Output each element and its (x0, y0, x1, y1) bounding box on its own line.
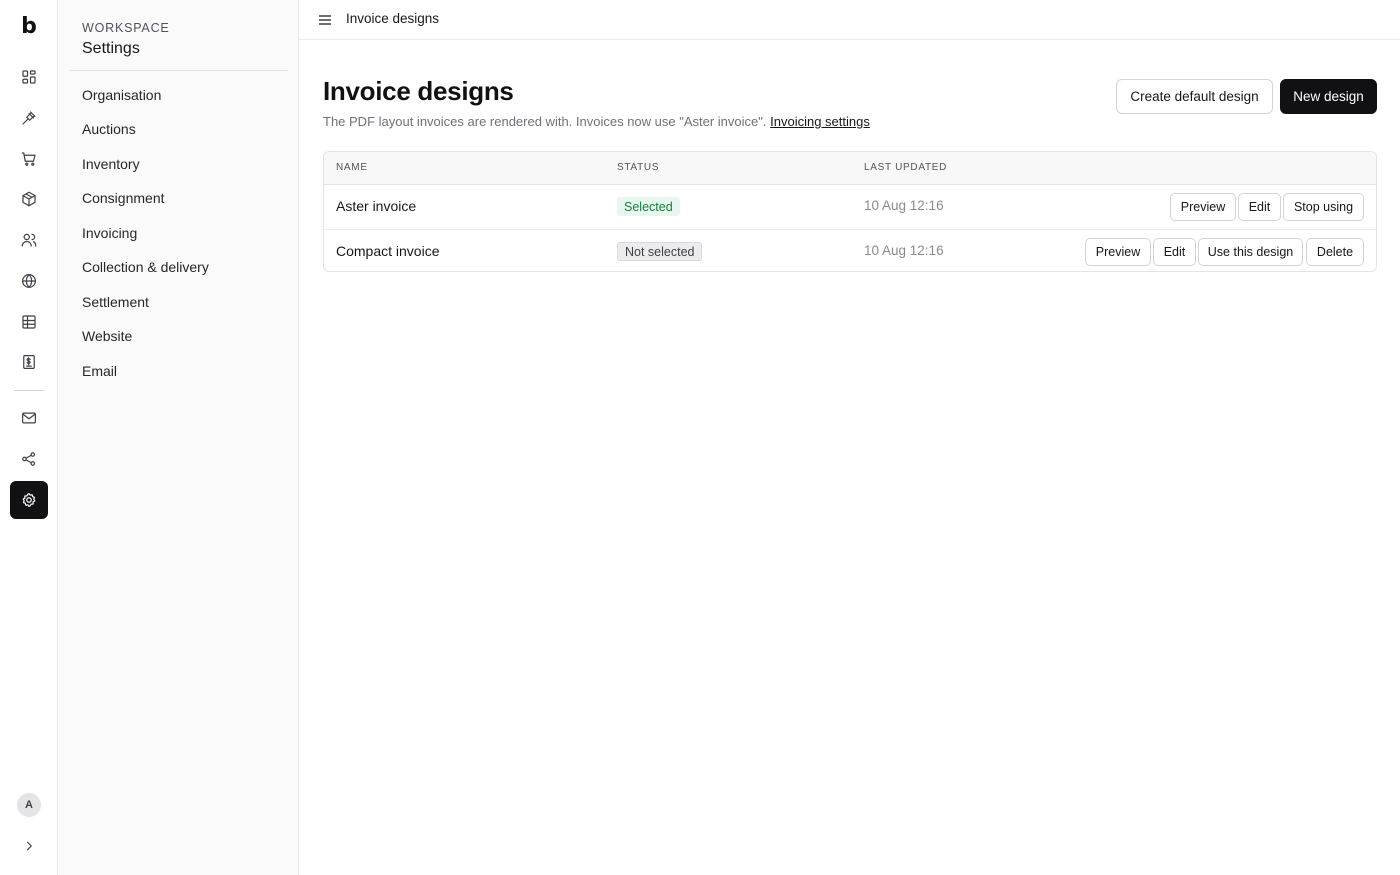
column-header-name: NAME (336, 162, 368, 173)
edit-button[interactable]: Edit (1238, 193, 1281, 221)
sidebar-item-consignment[interactable]: Consignment (82, 190, 165, 206)
create-default-design-button[interactable]: Create default design (1116, 79, 1273, 114)
invoicing-settings-link[interactable]: Invoicing settings (770, 114, 870, 129)
sidebar-item-collection-delivery[interactable]: Collection & delivery (82, 259, 209, 275)
dashboard-icon[interactable] (10, 58, 48, 96)
sidebar-item-settlement[interactable]: Settlement (82, 294, 149, 310)
subtitle-text: The PDF layout invoices are rendered wit… (323, 114, 767, 129)
table-icon[interactable] (10, 303, 48, 341)
sidebar-item-invoicing[interactable]: Invoicing (82, 225, 137, 241)
breadcrumb: Invoice designs (346, 11, 440, 26)
box-icon[interactable] (10, 180, 48, 218)
gavel-icon[interactable] (10, 99, 48, 137)
table-header: NAME STATUS LAST UPDATED (324, 152, 1376, 185)
designs-table: NAME STATUS LAST UPDATED Aster invoice S… (323, 151, 1377, 272)
design-name: Aster invoice (336, 198, 417, 214)
sidebar-item-auctions[interactable]: Auctions (82, 121, 136, 137)
settings-title: Settings (82, 40, 140, 57)
settings-sidebar: WORKSPACE Settings Organisation Auctions… (58, 0, 299, 875)
top-bar: Invoice designs (299, 0, 1400, 40)
chevron-right-icon[interactable] (10, 827, 48, 865)
status-badge: Selected (617, 197, 680, 216)
avatar[interactable]: A (17, 793, 41, 817)
page-title: Invoice designs (323, 76, 514, 106)
mail-icon[interactable] (10, 399, 48, 437)
sidebar-item-email[interactable]: Email (82, 363, 117, 379)
edit-button[interactable]: Edit (1153, 238, 1196, 266)
use-this-design-button[interactable]: Use this design (1198, 238, 1303, 266)
last-updated: 10 Aug 12:16 (864, 198, 944, 213)
stop-using-button[interactable]: Stop using (1283, 193, 1364, 221)
invoice-icon[interactable] (10, 343, 48, 381)
status-badge: Not selected (617, 242, 703, 261)
table-row: Compact invoice Not selected 10 Aug 12:1… (324, 229, 1376, 271)
users-icon[interactable] (10, 221, 48, 259)
cart-icon[interactable] (10, 140, 48, 178)
sidebar-item-website[interactable]: Website (82, 328, 132, 344)
sidebar-item-inventory[interactable]: Inventory (82, 156, 140, 172)
design-name: Compact invoice (336, 243, 440, 259)
delete-button[interactable]: Delete (1306, 238, 1364, 266)
preview-button[interactable]: Preview (1085, 238, 1151, 266)
sidebar-item-organisation[interactable]: Organisation (82, 87, 161, 103)
column-header-updated: LAST UPDATED (864, 162, 948, 173)
preview-button[interactable]: Preview (1170, 193, 1236, 221)
nav-divider (70, 70, 288, 71)
share-icon[interactable] (10, 440, 48, 478)
rail-divider (14, 390, 44, 391)
icon-rail: b A (0, 0, 58, 875)
table-row: Aster invoice Selected 10 Aug 12:16 Prev… (324, 185, 1376, 229)
new-design-button[interactable]: New design (1280, 79, 1377, 114)
app-logo[interactable]: b (0, 14, 58, 39)
menu-icon[interactable] (317, 12, 333, 28)
gear-icon[interactable] (10, 481, 48, 519)
workspace-label: WORKSPACE (82, 21, 170, 35)
column-header-status: STATUS (617, 162, 660, 173)
last-updated: 10 Aug 12:16 (864, 243, 944, 258)
page-subtitle: The PDF layout invoices are rendered wit… (323, 114, 870, 129)
globe-icon[interactable] (10, 262, 48, 300)
